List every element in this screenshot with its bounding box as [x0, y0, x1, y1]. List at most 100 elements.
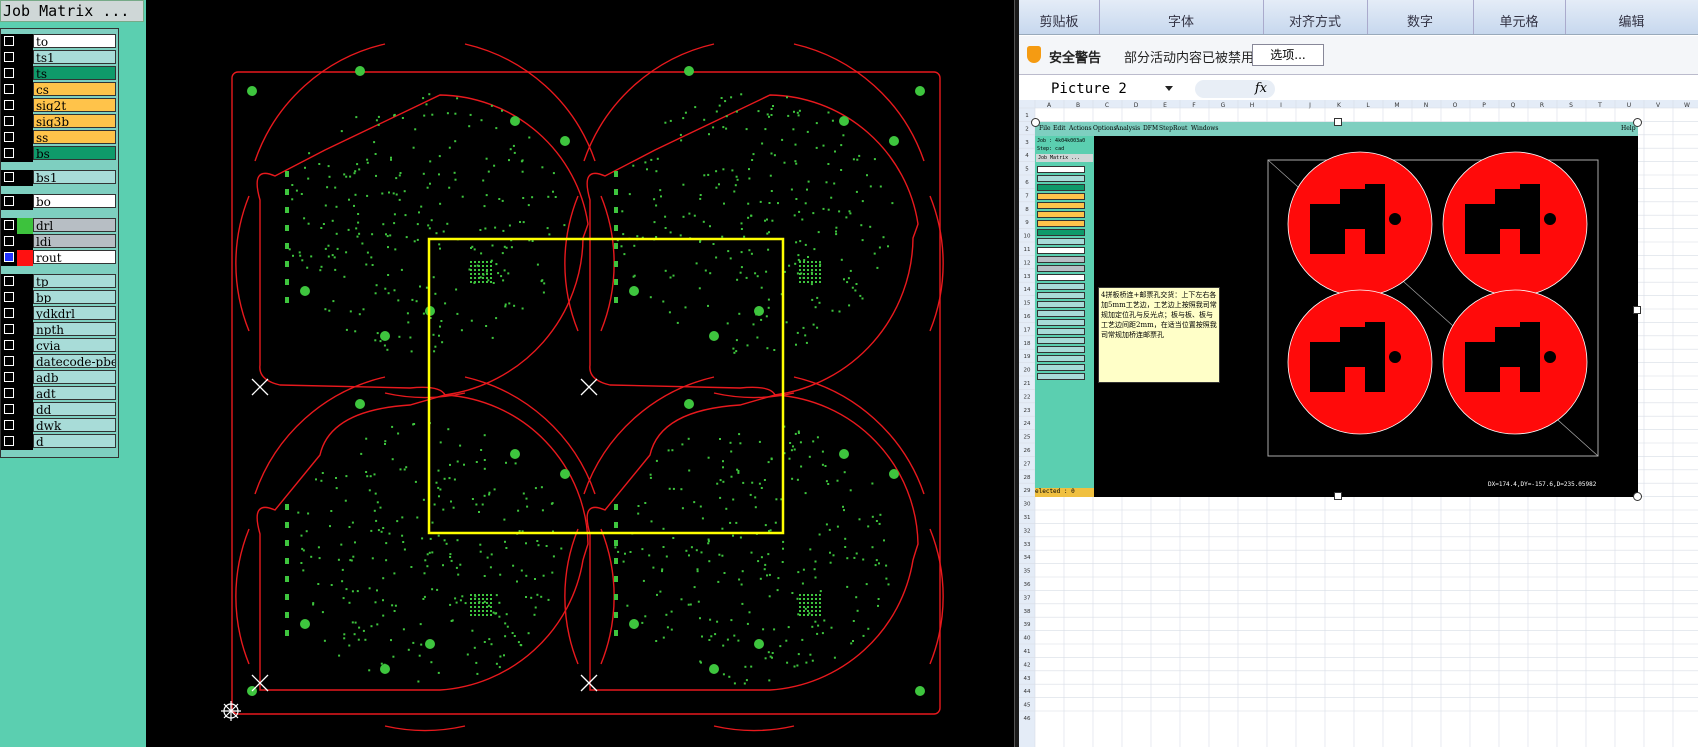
layer-row-sig2t[interactable]: sig2t — [1, 98, 117, 114]
checkbox-icon[interactable] — [4, 436, 14, 446]
checkbox-icon[interactable] — [4, 292, 14, 302]
layer-row-dwk[interactable]: dwk — [1, 418, 117, 434]
row-header[interactable]: 20 — [1024, 368, 1031, 374]
layer-row-bs1[interactable]: bs1 — [1, 170, 117, 186]
row-header[interactable]: 31 — [1024, 515, 1031, 521]
row-header[interactable]: 29 — [1024, 488, 1031, 494]
checkbox-icon[interactable] — [4, 388, 14, 398]
row-header[interactable]: 1 — [1025, 113, 1029, 119]
resize-handle[interactable] — [1031, 118, 1040, 127]
row-header[interactable]: 45 — [1024, 703, 1031, 709]
checkbox-icon[interactable] — [4, 172, 14, 182]
checkbox-icon[interactable] — [4, 404, 14, 414]
row-header[interactable]: 32 — [1024, 528, 1031, 534]
row-header[interactable]: 27 — [1024, 461, 1031, 467]
layer-row-ts1[interactable]: ts1 — [1, 50, 117, 66]
layer-row-bo[interactable]: bo — [1, 194, 117, 210]
embedded-picture[interactable]: File Edit Actions Options Analysis DFM Step Rou… — [1031, 118, 1642, 501]
layer-row-adt[interactable]: adt — [1, 386, 117, 402]
checkbox-icon[interactable] — [4, 52, 14, 62]
layer-row-npth[interactable]: npth — [1, 322, 117, 338]
row-header[interactable]: 41 — [1024, 649, 1031, 655]
checkbox-icon[interactable] — [4, 324, 14, 334]
layer-row-to[interactable]: to — [1, 34, 117, 50]
row-header[interactable]: 7 — [1025, 193, 1029, 199]
checkbox-icon[interactable] — [4, 116, 14, 126]
checkbox-icon[interactable] — [4, 220, 14, 230]
row-header[interactable]: 24 — [1024, 421, 1031, 427]
checkbox-icon[interactable] — [4, 372, 14, 382]
checkbox-icon[interactable] — [4, 252, 14, 262]
checkbox-icon[interactable] — [4, 356, 14, 366]
resize-handle[interactable] — [1633, 306, 1641, 314]
layer-row-ldi[interactable]: ldi — [1, 234, 117, 250]
layer-row-tp[interactable]: tp — [1, 274, 117, 290]
row-header[interactable]: 43 — [1024, 676, 1031, 682]
checkbox-icon[interactable] — [4, 148, 14, 158]
layer-row-adb[interactable]: adb — [1, 370, 117, 386]
row-header[interactable]: 23 — [1024, 408, 1031, 414]
row-header[interactable]: 22 — [1024, 394, 1031, 400]
row-header[interactable]: 21 — [1024, 381, 1031, 387]
row-header[interactable]: 19 — [1024, 354, 1031, 360]
row-header[interactable]: 28 — [1024, 475, 1031, 481]
options-button[interactable]: 选项... — [1252, 44, 1324, 66]
row-header[interactable]: 9 — [1025, 220, 1029, 226]
resize-handle[interactable] — [1334, 118, 1342, 126]
row-header[interactable]: 2 — [1025, 126, 1029, 132]
pcb-canvas[interactable] — [146, 0, 1014, 747]
selection-rectangle[interactable] — [427, 237, 785, 535]
fx-button[interactable]: fx — [1195, 80, 1275, 98]
row-header[interactable]: 17 — [1024, 327, 1031, 333]
checkbox-icon[interactable] — [4, 340, 14, 350]
row-header[interactable]: 13 — [1024, 274, 1031, 280]
layer-row-ts[interactable]: ts — [1, 66, 117, 82]
row-header[interactable]: 8 — [1025, 207, 1029, 213]
row-header[interactable]: 30 — [1024, 502, 1031, 508]
checkbox-icon[interactable] — [4, 236, 14, 246]
row-header[interactable]: 42 — [1024, 662, 1031, 668]
job-matrix-button[interactable]: Job Matrix ... — [0, 0, 144, 22]
row-header[interactable]: 4 — [1025, 153, 1029, 159]
row-header[interactable]: 33 — [1024, 542, 1031, 548]
layer-row-cs[interactable]: cs — [1, 82, 117, 98]
row-header[interactable]: 46 — [1024, 716, 1031, 722]
row-header[interactable]: 44 — [1024, 689, 1031, 695]
row-header[interactable]: 38 — [1024, 609, 1031, 615]
checkbox-icon[interactable] — [4, 100, 14, 110]
checkbox-icon[interactable] — [4, 420, 14, 430]
row-header[interactable]: 18 — [1024, 341, 1031, 347]
row-header[interactable]: 34 — [1024, 555, 1031, 561]
chevron-down-icon[interactable] — [1165, 86, 1173, 91]
checkbox-icon[interactable] — [4, 308, 14, 318]
checkbox-icon[interactable] — [4, 84, 14, 94]
layer-row-cvia[interactable]: cvia — [1, 338, 117, 354]
resize-handle[interactable] — [1334, 492, 1342, 500]
layer-row-d[interactable]: d — [1, 434, 117, 450]
checkbox-icon[interactable] — [4, 276, 14, 286]
layer-row-rout[interactable]: rout — [1, 250, 117, 266]
row-header[interactable]: 10 — [1024, 234, 1031, 240]
resize-handle[interactable] — [1633, 118, 1642, 127]
row-header[interactable]: 5 — [1025, 167, 1029, 173]
layer-row-drl[interactable]: drl — [1, 218, 117, 234]
row-header[interactable]: 3 — [1025, 140, 1029, 146]
row-header[interactable]: 39 — [1024, 622, 1031, 628]
checkbox-icon[interactable] — [4, 68, 14, 78]
layer-row-datecode-pbe[interactable]: datecode-pbe — [1, 354, 117, 370]
row-header[interactable]: 6 — [1025, 180, 1029, 186]
row-header[interactable]: 37 — [1024, 595, 1031, 601]
row-header[interactable]: 11 — [1024, 247, 1031, 253]
layer-row-ydkdrl[interactable]: ydkdrl — [1, 306, 117, 322]
row-header[interactable]: 26 — [1024, 448, 1031, 454]
checkbox-icon[interactable] — [4, 196, 14, 206]
row-header[interactable]: 25 — [1024, 435, 1031, 441]
layer-row-sig3b[interactable]: sig3b — [1, 114, 117, 130]
row-header[interactable]: 36 — [1024, 582, 1031, 588]
checkbox-icon[interactable] — [4, 132, 14, 142]
layer-row-dd[interactable]: dd — [1, 402, 117, 418]
row-header[interactable]: 35 — [1024, 569, 1031, 575]
row-header[interactable]: 40 — [1024, 636, 1031, 642]
resize-handle[interactable] — [1633, 492, 1642, 501]
layer-row-bp[interactable]: bp — [1, 290, 117, 306]
